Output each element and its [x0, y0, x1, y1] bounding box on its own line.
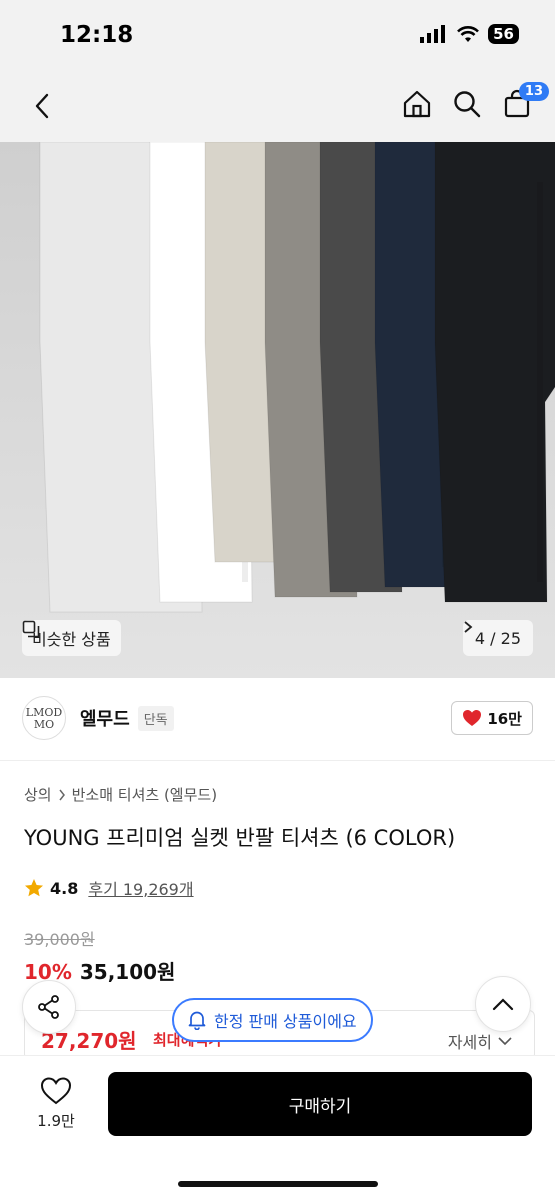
- nav-bar: 13: [0, 70, 555, 142]
- product-photo: [0, 142, 555, 678]
- original-price: 39,000원: [24, 930, 95, 949]
- brand-row: LMOD MO 엘무드 단독 16만: [22, 690, 533, 746]
- product-image-carousel[interactable]: 비슷한 상품 4 / 25: [0, 142, 555, 678]
- chevron-up-icon: [492, 998, 514, 1011]
- benefit-detail-link[interactable]: 자세히: [448, 1029, 512, 1053]
- buy-button[interactable]: 구매하기: [108, 1072, 532, 1136]
- heart-filled-icon: [463, 710, 482, 726]
- brand-name[interactable]: 엘무드: [80, 705, 130, 731]
- product-title: YOUNG 프리미엄 실켓 반팔 티셔츠 (6 COLOR): [24, 826, 456, 850]
- chevron-right-icon: [59, 789, 65, 800]
- wishlist-count: 1.9만: [37, 1112, 75, 1130]
- sale-price: 35,100원: [79, 960, 176, 984]
- limited-sale-label: 한정 판매 상품이에요: [214, 1012, 357, 1031]
- rating-score: 4.8: [50, 878, 79, 898]
- search-button[interactable]: [449, 86, 485, 122]
- share-icon: [38, 995, 59, 1019]
- brand-like-button[interactable]: 16만: [451, 701, 533, 735]
- svg-text:MO: MO: [34, 718, 54, 731]
- image-page-indicator[interactable]: 4 / 25: [462, 620, 533, 656]
- status-icons: 56: [420, 24, 519, 44]
- chevron-left-icon: [35, 93, 49, 119]
- breadcrumb-category[interactable]: 상의: [24, 784, 52, 805]
- heart-outline-icon: [40, 1077, 72, 1105]
- battery-indicator: 56: [488, 24, 519, 44]
- cart-count-badge: 13: [518, 82, 549, 101]
- chevron-right-icon: [464, 621, 473, 633]
- benefit-detail-label: 자세히: [447, 1033, 492, 1052]
- signal-icon: [420, 25, 446, 43]
- back-button[interactable]: [26, 88, 58, 124]
- wifi-icon: [457, 26, 480, 42]
- section-divider: [0, 760, 555, 761]
- nav-actions: 13: [399, 82, 549, 122]
- breadcrumb-subcategory[interactable]: 반소매 티셔츠 (엘무드): [72, 784, 217, 805]
- chevron-down-icon: [498, 1036, 512, 1045]
- wishlist-button[interactable]: 1.9만: [28, 1076, 84, 1131]
- status-bar: 12:18 56: [0, 0, 555, 70]
- search-icon: [454, 91, 481, 118]
- similar-icon: [22, 620, 40, 638]
- rating-row: 4.8 후기 19,269개: [24, 876, 194, 900]
- brand-logo[interactable]: LMOD MO: [22, 696, 66, 740]
- page-indicator-text: 4 / 25: [474, 628, 521, 648]
- brand-like-count: 16만: [487, 709, 522, 728]
- similar-products-label: 비슷한 상품: [32, 630, 111, 649]
- star-icon: [25, 879, 43, 897]
- brand-logo-mark: LMOD MO: [26, 706, 63, 731]
- status-time: 12:18: [60, 22, 134, 48]
- home-icon: [403, 90, 431, 118]
- scroll-top-button[interactable]: [475, 976, 531, 1032]
- exclusive-tag: 단독: [137, 705, 174, 731]
- home-button[interactable]: [399, 86, 435, 122]
- cart-button[interactable]: 13: [499, 82, 549, 122]
- similar-products-button[interactable]: 비슷한 상품: [22, 620, 121, 656]
- bottom-purchase-bar: 1.9만 구매하기: [0, 1055, 555, 1200]
- tshirt-fold-shadow: [537, 182, 543, 582]
- bell-icon: [188, 1011, 206, 1030]
- breadcrumb: 상의 반소매 티셔츠 (엘무드): [24, 784, 217, 805]
- limited-sale-badge: 한정 판매 상품이에요: [172, 998, 373, 1042]
- share-button[interactable]: [22, 980, 76, 1034]
- reviews-link[interactable]: 후기 19,269개: [88, 876, 193, 900]
- home-indicator: [178, 1181, 378, 1187]
